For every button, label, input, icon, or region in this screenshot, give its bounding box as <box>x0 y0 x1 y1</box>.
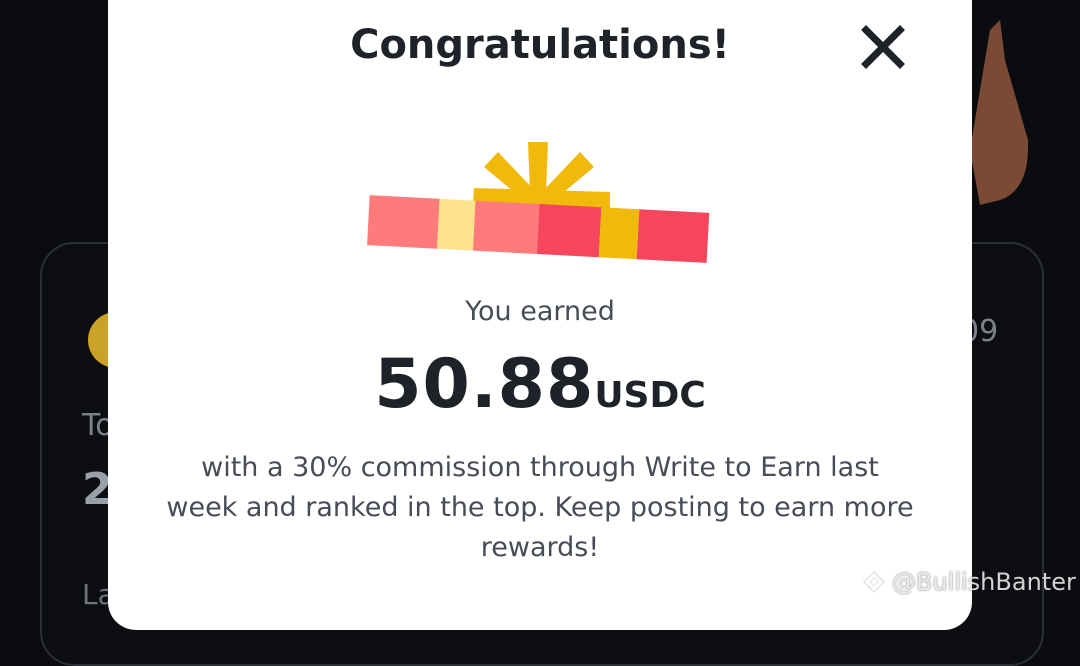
close-icon[interactable] <box>860 24 906 70</box>
amount-currency: USDC <box>594 375 706 416</box>
reward-modal: Congratulations! You earned 50.88USDC wi… <box>108 0 972 630</box>
watermark: @BullishBanter <box>862 568 1076 596</box>
binance-square-logo-icon <box>862 570 886 594</box>
gift-box-icon <box>367 142 710 263</box>
reward-description: with a 30% commission through Write to E… <box>166 452 914 563</box>
amount-value: 50.88 <box>374 345 595 424</box>
reward-amount: 50.88USDC <box>108 345 972 424</box>
modal-title: Congratulations! <box>350 22 730 68</box>
earned-label: You earned <box>465 296 615 327</box>
watermark-handle: @BullishBanter <box>892 568 1076 596</box>
